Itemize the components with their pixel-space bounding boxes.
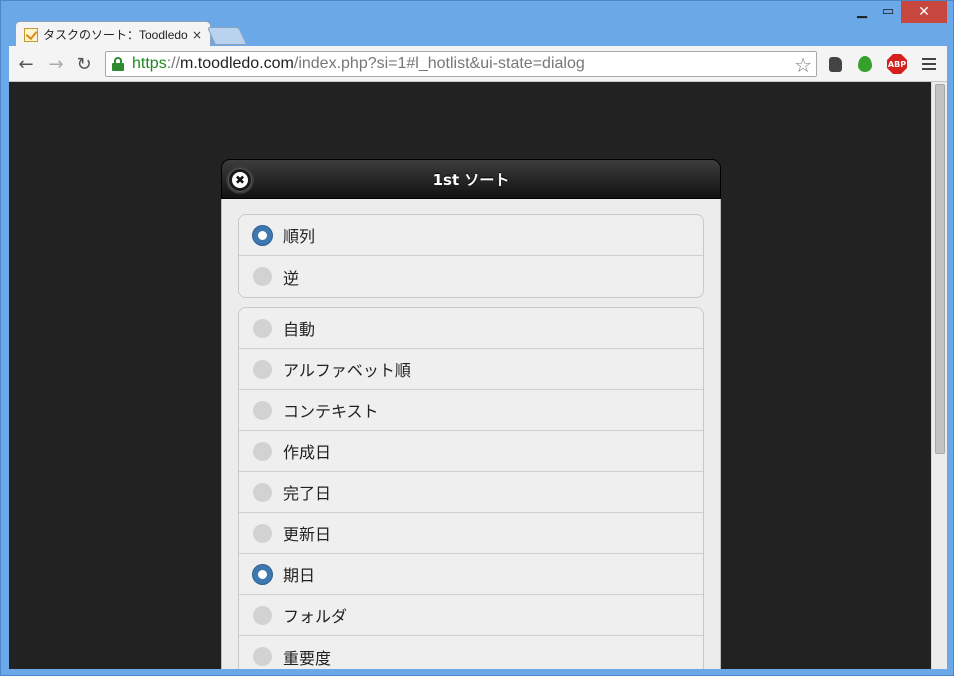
sort-option[interactable]: アルファベット順 bbox=[239, 349, 703, 390]
sort-option-label: 作成日 bbox=[283, 443, 332, 462]
sort-option-label: 更新日 bbox=[283, 525, 332, 544]
tab-close-icon[interactable]: × bbox=[192, 28, 202, 42]
reload-icon[interactable]: ↻ bbox=[73, 53, 95, 75]
sort-option-label: 完了日 bbox=[283, 484, 332, 503]
sort-option-label: フォルダ bbox=[283, 607, 348, 626]
new-tab-button[interactable] bbox=[206, 27, 248, 45]
radio-unchecked-icon[interactable] bbox=[253, 400, 272, 420]
sort-option[interactable]: フォルダ bbox=[239, 595, 703, 636]
window-close-button[interactable]: ✕ bbox=[901, 1, 947, 23]
browser-tab[interactable]: タスクのソート：Toodledo × bbox=[15, 21, 211, 47]
radio-unchecked-icon[interactable] bbox=[253, 523, 272, 543]
leaf-extension-icon[interactable] bbox=[855, 54, 875, 74]
close-icon: ✖ bbox=[232, 172, 248, 188]
sort-option-label: 自動 bbox=[283, 320, 316, 339]
sort-option[interactable]: 自動 bbox=[239, 308, 703, 349]
sort-option-label: 逆 bbox=[283, 268, 300, 288]
radio-unchecked-icon[interactable] bbox=[253, 359, 272, 379]
browser-menu-icon[interactable] bbox=[919, 54, 939, 74]
sort-option-label: 順列 bbox=[283, 227, 316, 246]
sort-order-group: 順列逆 bbox=[238, 214, 704, 298]
sort-option-label: 期日 bbox=[283, 566, 316, 585]
back-arrow-icon[interactable]: ← bbox=[15, 53, 37, 75]
sort-option[interactable]: 完了日 bbox=[239, 472, 703, 513]
radio-unchecked-icon[interactable] bbox=[253, 441, 272, 461]
radio-checked-icon[interactable] bbox=[253, 564, 272, 584]
address-bar[interactable]: https://m.toodledo.com/index.php?si=1#l_… bbox=[105, 51, 817, 77]
sort-option[interactable]: 作成日 bbox=[239, 431, 703, 472]
maximize-button[interactable]: ▭ bbox=[875, 1, 901, 21]
sort-option[interactable]: 更新日 bbox=[239, 513, 703, 554]
evernote-icon[interactable] bbox=[825, 54, 845, 74]
dialog-close-button[interactable]: ✖ bbox=[228, 168, 252, 192]
browser-toolbar: ← → ↻ https://m.toodledo.com/index.php?s… bbox=[9, 46, 947, 82]
minimize-button[interactable]: ▁ bbox=[849, 1, 875, 21]
adblock-plus-icon[interactable]: ABP bbox=[887, 54, 907, 74]
radio-unchecked-icon[interactable] bbox=[253, 318, 272, 338]
radio-checked-icon[interactable] bbox=[253, 225, 272, 245]
bookmark-star-icon[interactable]: ☆ bbox=[794, 53, 812, 77]
browser-window: ▁ ▭ ✕ タスクのソート：Toodledo × ← → ↻ https://m… bbox=[0, 0, 954, 676]
radio-unchecked-icon[interactable] bbox=[253, 267, 272, 286]
sort-option[interactable]: 順列 bbox=[239, 215, 703, 256]
sort-option[interactable]: 重要度 bbox=[239, 636, 703, 669]
sort-dialog: ✖ 1st ソート 順列逆 自動アルファベット順 コンテキスト 作成日完了日更新日期… bbox=[221, 159, 721, 669]
dialog-title: 1st ソート bbox=[432, 170, 510, 189]
toodledo-favicon-icon bbox=[24, 27, 38, 42]
page-viewport: ✖ 1st ソート 順列逆 自動アルファベット順 コンテキスト 作成日完了日更新日期… bbox=[9, 82, 947, 669]
window-controls: ▁ ▭ ✕ bbox=[849, 1, 947, 23]
vertical-scrollbar[interactable] bbox=[931, 82, 947, 669]
sort-option-label: コンテキスト bbox=[283, 402, 379, 421]
sort-option-label: アルファベット順 bbox=[283, 361, 411, 380]
forward-arrow-icon[interactable]: → bbox=[45, 53, 67, 75]
sort-option-label: 重要度 bbox=[283, 648, 332, 668]
url-text[interactable]: https://m.toodledo.com/index.php?si=1#l_… bbox=[132, 55, 585, 73]
radio-unchecked-icon[interactable] bbox=[253, 482, 272, 502]
radio-unchecked-icon[interactable] bbox=[253, 605, 272, 625]
sort-option[interactable]: 期日 bbox=[239, 554, 703, 595]
tab-title: タスクのソート：Toodledo bbox=[43, 28, 188, 42]
dialog-header: ✖ 1st ソート bbox=[221, 159, 721, 199]
dialog-body: 順列逆 自動アルファベット順 コンテキスト 作成日完了日更新日期日フォルダ重要度 bbox=[221, 199, 721, 669]
scrollbar-thumb[interactable] bbox=[935, 84, 945, 454]
sort-option[interactable]: コンテキスト bbox=[239, 390, 703, 431]
sort-field-group: 自動アルファベット順 コンテキスト 作成日完了日更新日期日フォルダ重要度 bbox=[238, 307, 704, 669]
lock-icon bbox=[112, 57, 124, 71]
radio-unchecked-icon[interactable] bbox=[253, 647, 272, 666]
sort-option[interactable]: 逆 bbox=[239, 256, 703, 297]
